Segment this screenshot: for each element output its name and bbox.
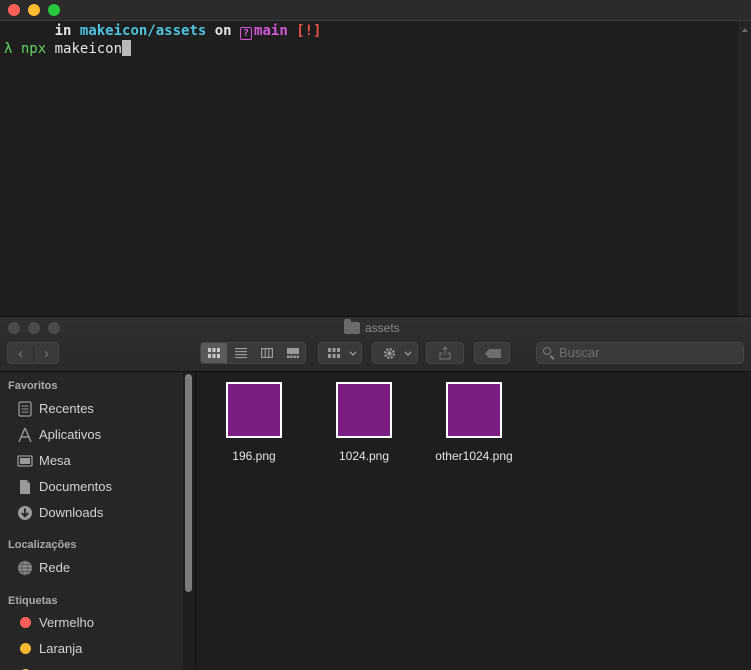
applications-icon (18, 427, 32, 443)
git-status: [!] (296, 23, 322, 39)
prompt-on: on (214, 23, 232, 39)
command-arg: makeicon (54, 41, 123, 57)
file-name: other1024.png (435, 449, 513, 463)
sidebar-item-vermelho[interactable]: Vermelho (15, 613, 180, 633)
sidebar-item-label: Rede (39, 560, 71, 575)
network-icon (18, 560, 32, 576)
action-menu-button[interactable] (372, 342, 418, 364)
prompt-in: in (54, 23, 72, 39)
command-line: λ npx makeicon (4, 40, 737, 58)
columns-icon (261, 348, 273, 358)
sidebar-heading-favorites: Favoritos (8, 380, 58, 392)
sidebar-item-label: Aplicativos (39, 427, 102, 442)
command-npx: npx (20, 41, 47, 57)
finder-window: assets ‹ › Buscar Favoritos Recentes Apl… (0, 316, 751, 670)
file-browser-area[interactable]: 196.png 1024.png other1024.png (196, 372, 751, 670)
grid-icon (208, 348, 220, 358)
search-icon (543, 347, 551, 355)
icon-view-button[interactable] (201, 343, 227, 363)
gear-icon (383, 347, 396, 360)
text-cursor (122, 40, 132, 56)
sidebar-item-downloads[interactable]: Downloads (15, 503, 180, 523)
close-button[interactable] (8, 322, 20, 334)
share-icon (439, 346, 451, 360)
sidebar-heading-tags: Etiquetas (8, 595, 58, 607)
download-icon (18, 506, 32, 520)
share-button[interactable] (426, 342, 464, 364)
sidebar-item-rede[interactable]: Rede (15, 558, 180, 578)
desktop-icon (17, 455, 33, 467)
terminal-output[interactable]: in makeicon/assets on ? main [!] λ npx ma… (4, 22, 737, 316)
column-view-button[interactable] (254, 343, 280, 363)
finder-toolbar: assets ‹ › Buscar (0, 317, 751, 372)
tag-icon (485, 349, 501, 358)
forward-button[interactable]: › (34, 343, 59, 363)
sidebar-heading-locations: Localizações (8, 539, 77, 551)
terminal-scrollbar[interactable] (739, 21, 751, 316)
chevron-down-icon (349, 351, 357, 356)
sidebar-item-mesa[interactable]: Mesa (15, 451, 180, 471)
png-thumbnail-icon (446, 382, 502, 438)
back-button[interactable]: ‹ (8, 343, 33, 363)
sidebar-item-label: Downloads (39, 505, 104, 520)
window-title-text: assets (365, 321, 400, 335)
chevron-down-icon (404, 351, 412, 356)
group-by-button[interactable] (318, 342, 362, 364)
terminal-titlebar (0, 0, 751, 21)
terminal-window: in makeicon/assets on ? main [!] λ npx ma… (0, 0, 751, 316)
close-button[interactable] (8, 4, 20, 16)
folder-icon (344, 319, 360, 334)
orange-tag-dot-icon (20, 643, 31, 654)
sidebar-item-label: Recentes (39, 401, 94, 416)
view-mode-control (200, 342, 306, 364)
minimize-button[interactable] (28, 322, 40, 334)
sidebar-item-partial[interactable] (15, 665, 180, 670)
sidebar-scrollbar-thumb[interactable] (185, 374, 192, 592)
search-input[interactable]: Buscar (536, 342, 744, 364)
window-title: assets (344, 319, 400, 336)
edit-tags-button[interactable] (474, 342, 510, 364)
sidebar-item-documentos[interactable]: Documentos (15, 477, 180, 497)
prompt-line: in makeicon/assets on ? main [!] (4, 22, 737, 40)
sidebar-item-recentes[interactable]: Recentes (15, 399, 180, 419)
minimize-button[interactable] (28, 4, 40, 16)
file-name: 1024.png (338, 449, 390, 463)
zoom-button[interactable] (48, 4, 60, 16)
list-view-button[interactable] (228, 343, 254, 363)
git-branch-icon: ? (240, 27, 253, 40)
red-tag-dot-icon (20, 617, 31, 628)
finder-sidebar: Favoritos Recentes Aplicativos Mesa Docu… (0, 372, 196, 670)
navigation-buttons: ‹ › (7, 342, 59, 364)
sidebar-item-laranja[interactable]: Laranja (15, 639, 180, 659)
file-name: 196.png (232, 449, 276, 463)
png-thumbnail-icon (336, 382, 392, 438)
scroll-up-arrow-icon[interactable] (742, 28, 748, 32)
file-item[interactable]: 1024.png (309, 382, 419, 463)
prompt-path: makeicon/assets (79, 23, 207, 39)
git-branch: main (254, 23, 288, 39)
grid-icon (328, 348, 340, 358)
file-item[interactable]: other1024.png (419, 382, 529, 463)
document-icon (20, 480, 30, 494)
lambda-prompt: λ (4, 41, 13, 57)
sidebar-item-label: Mesa (39, 453, 71, 468)
file-item[interactable]: 196.png (199, 382, 309, 463)
zoom-button[interactable] (48, 322, 60, 334)
clock-icon (18, 401, 32, 417)
search-placeholder: Buscar (559, 345, 600, 360)
sidebar-item-label: Vermelho (39, 615, 94, 630)
list-icon (235, 348, 247, 358)
gallery-icon (287, 348, 299, 358)
sidebar-item-label: Documentos (39, 479, 112, 494)
png-thumbnail-icon (226, 382, 282, 438)
sidebar-item-aplicativos[interactable]: Aplicativos (15, 425, 180, 445)
sidebar-item-label: Laranja (39, 641, 83, 656)
gallery-view-button[interactable] (280, 343, 306, 363)
